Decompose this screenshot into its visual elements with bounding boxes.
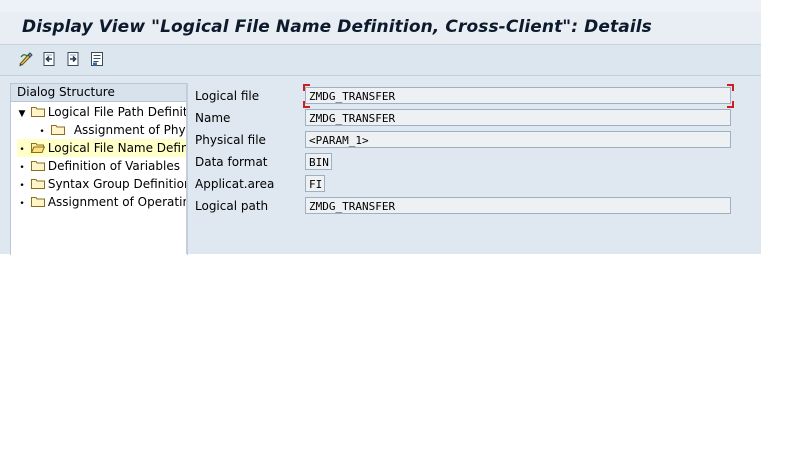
application-area-field[interactable]: FI [305, 175, 325, 192]
logical-file-label: Logical file [195, 89, 260, 103]
tree-item-label: Definition of Variables [47, 159, 180, 173]
focus-corner-tr [727, 84, 734, 91]
focus-corner-bl [303, 101, 310, 108]
logical-path-label: Logical path [195, 199, 269, 213]
logical-path-field[interactable]: ZMDG_TRANSFER [305, 197, 731, 214]
focus-corner-tl [303, 84, 310, 91]
tree-item-label: Syntax Group Definition [47, 177, 188, 191]
data-format-field[interactable]: BIN [305, 153, 332, 170]
sap-window: Display View "Logical File Name Definiti… [0, 0, 761, 255]
display-change-icon [18, 51, 34, 67]
top-strip [0, 0, 761, 12]
title-bar: Display View "Logical File Name Definiti… [0, 12, 761, 45]
content-area: Dialog Structure ▼ Logical File Path Def… [0, 76, 761, 255]
previous-entry-button[interactable] [41, 51, 57, 67]
tree-item-label: Assignment of Operating [47, 195, 188, 209]
collapse-icon[interactable]: ▼ [17, 105, 27, 123]
folder-icon [30, 194, 45, 212]
tree-item-assignment-operating[interactable]: • Assignment of Operating [17, 193, 188, 212]
pane-splitter[interactable] [186, 83, 188, 254]
dialog-structure-header: Dialog Structure [11, 84, 187, 102]
tree-item-label: Logical File Path Definitio [47, 105, 188, 119]
name-field[interactable]: ZMDG_TRANSFER [305, 109, 731, 126]
previous-entry-icon [41, 51, 57, 67]
folder-icon [30, 104, 45, 122]
display-change-button[interactable] [18, 51, 34, 67]
data-format-label: Data format [195, 155, 268, 169]
application-toolbar [0, 45, 761, 76]
name-label: Name [195, 111, 231, 125]
application-area-label: Applicat.area [195, 177, 275, 191]
logical-file-field[interactable]: ZMDG_TRANSFER [305, 87, 731, 104]
tree-item-logical-file-name[interactable]: • Logical File Name Definiti [17, 139, 187, 157]
next-entry-icon [65, 51, 81, 67]
variable-list-button[interactable] [89, 51, 105, 67]
tree-item-definition-variables[interactable]: • Definition of Variables [17, 157, 180, 175]
variable-list-icon [89, 51, 105, 67]
tree-item-logical-file-path[interactable]: ▼ Logical File Path Definitio [17, 103, 188, 123]
bullet-icon: • [19, 199, 25, 209]
dialog-structure-tree: Dialog Structure ▼ Logical File Path Def… [10, 83, 188, 255]
tree-item-label: Assignment of Physi [73, 123, 188, 137]
folder-icon [30, 158, 45, 176]
tree-item-syntax-group[interactable]: • Syntax Group Definition [17, 175, 188, 194]
open-folder-icon [30, 140, 46, 158]
next-entry-button[interactable] [65, 51, 81, 67]
focus-corner-br [727, 101, 734, 108]
folder-icon [50, 122, 65, 140]
folder-icon [30, 176, 45, 194]
physical-file-label: Physical file [195, 133, 266, 147]
physical-file-field[interactable]: <PARAM_1> [305, 131, 731, 148]
tree-item-assignment-physical[interactable]: • Assignment of Physi [37, 121, 188, 140]
page-title: Display View "Logical File Name Definiti… [22, 17, 652, 37]
tree-item-label: Logical File Name Definiti [47, 141, 188, 155]
